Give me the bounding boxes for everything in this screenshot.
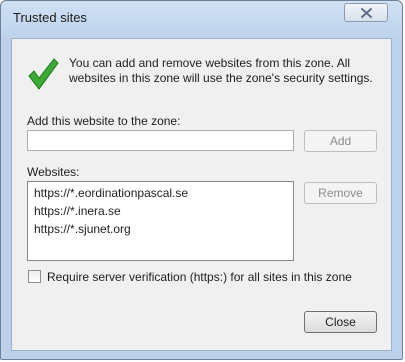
dialog-content: You can add and remove websites from thi… — [11, 38, 392, 351]
window-title: Trusted sites — [13, 10, 87, 25]
websites-list[interactable]: https://*.eordinationpascal.se https://*… — [27, 181, 294, 261]
website-item[interactable]: https://*.sjunet.org — [34, 220, 293, 238]
info-text: You can add and remove websites from thi… — [69, 56, 373, 85]
green-checkmark-icon — [28, 58, 59, 90]
website-item[interactable]: https://*.eordinationpascal.se — [34, 184, 293, 202]
require-verification-label: Require server verification (https:) for… — [47, 270, 352, 284]
add-website-input[interactable] — [27, 130, 294, 151]
close-button[interactable]: Close — [304, 311, 377, 333]
close-icon — [361, 8, 372, 18]
title-bar[interactable]: Trusted sites — [1, 1, 402, 33]
trusted-sites-dialog: Trusted sites You can add and remove web… — [0, 0, 403, 360]
websites-label: Websites: — [27, 165, 80, 179]
website-item[interactable]: https://*.inera.se — [34, 202, 293, 220]
add-website-label: Add this website to the zone: — [27, 114, 181, 128]
require-verification-checkbox[interactable] — [28, 270, 41, 283]
window-close-button[interactable] — [344, 3, 388, 22]
add-button[interactable]: Add — [304, 130, 377, 152]
remove-button[interactable]: Remove — [304, 182, 377, 204]
